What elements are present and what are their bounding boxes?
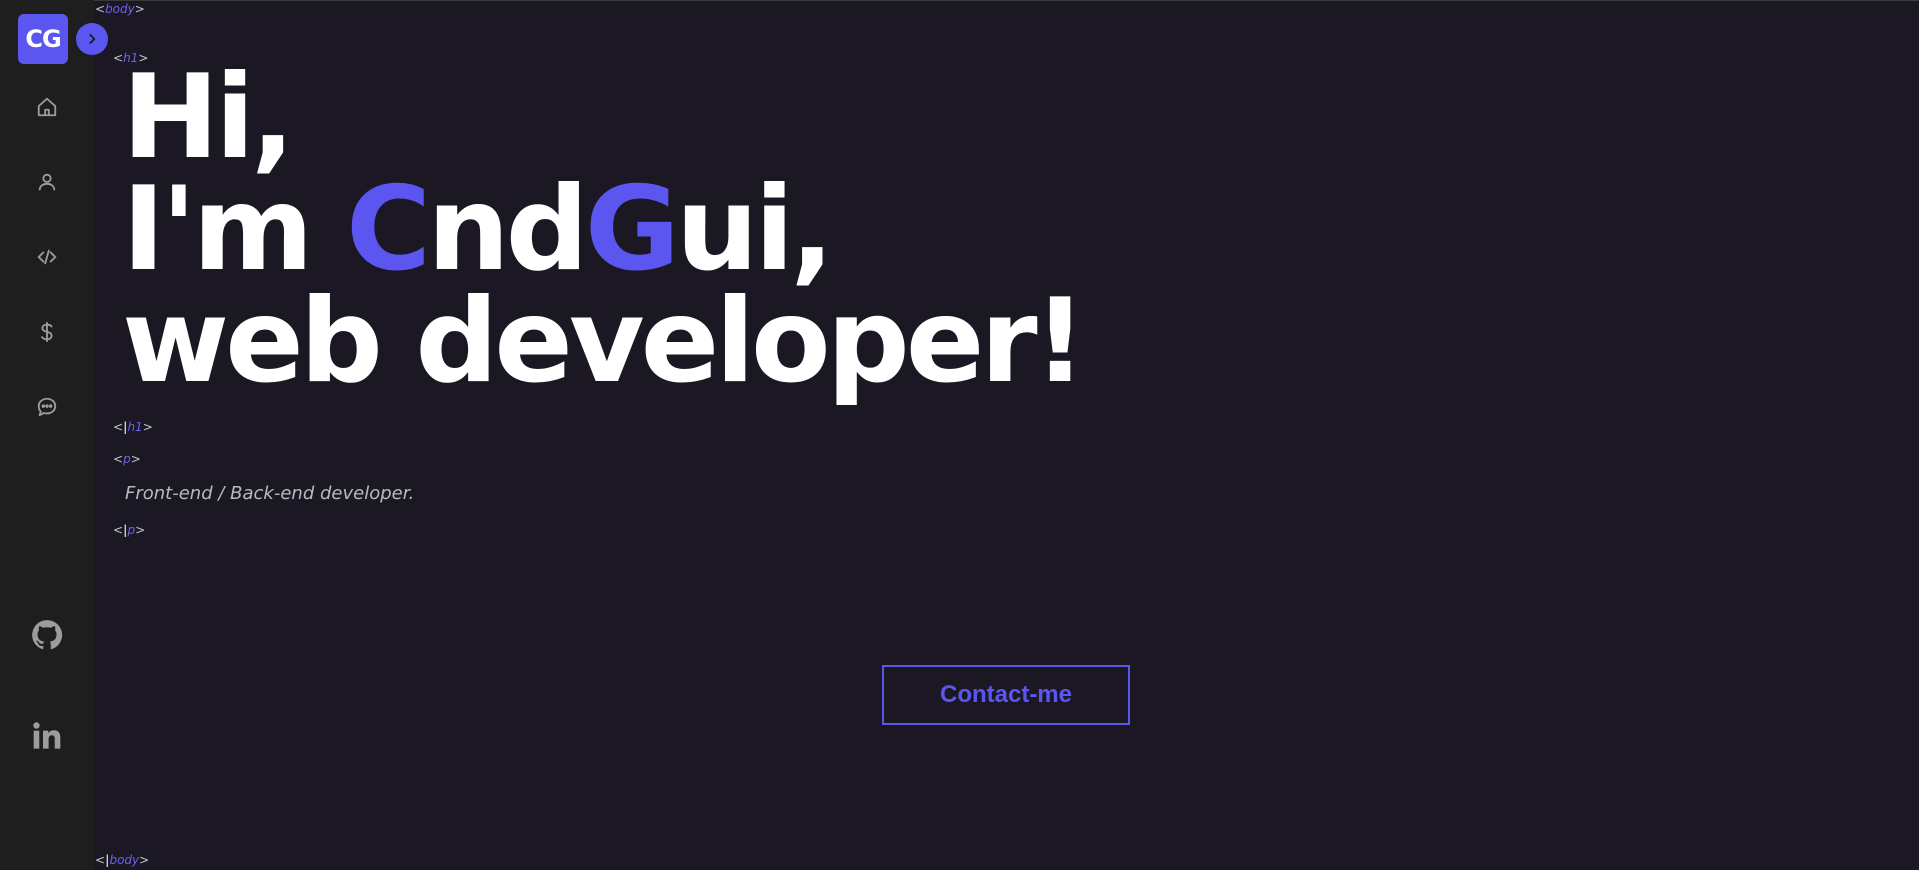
code-icon[interactable] xyxy=(27,237,67,277)
logo[interactable]: CG xyxy=(18,14,68,64)
top-border xyxy=(0,0,1919,1)
home-icon[interactable] xyxy=(27,87,67,127)
body-open-tag: <body> xyxy=(95,2,145,16)
subtitle: Front-end / Back-end developer. xyxy=(125,483,415,504)
body-close-tag: <|body> xyxy=(95,853,150,867)
hero-heading: Hi, I'm CndGui, web developer! xyxy=(122,60,1087,400)
hero-line-3: web developer! xyxy=(122,274,1087,409)
dollar-icon[interactable] xyxy=(27,312,67,352)
github-icon[interactable] xyxy=(27,615,67,655)
chevron-right-icon xyxy=(89,34,96,44)
linkedin-icon[interactable] xyxy=(27,716,67,756)
chat-icon[interactable] xyxy=(27,387,67,427)
p-close-tag: <|p> xyxy=(113,523,146,537)
page: CG <body> <h1> Hi, I'm CndGui, web devel… xyxy=(0,0,1919,870)
user-icon[interactable] xyxy=(27,162,67,202)
p-open-tag: <p> xyxy=(113,452,141,466)
contact-me-button[interactable]: Contact-me xyxy=(882,665,1130,725)
sidebar: CG xyxy=(0,0,94,870)
sidebar-toggle-button[interactable] xyxy=(76,23,108,55)
h1-close-tag: <|h1> xyxy=(113,420,153,434)
